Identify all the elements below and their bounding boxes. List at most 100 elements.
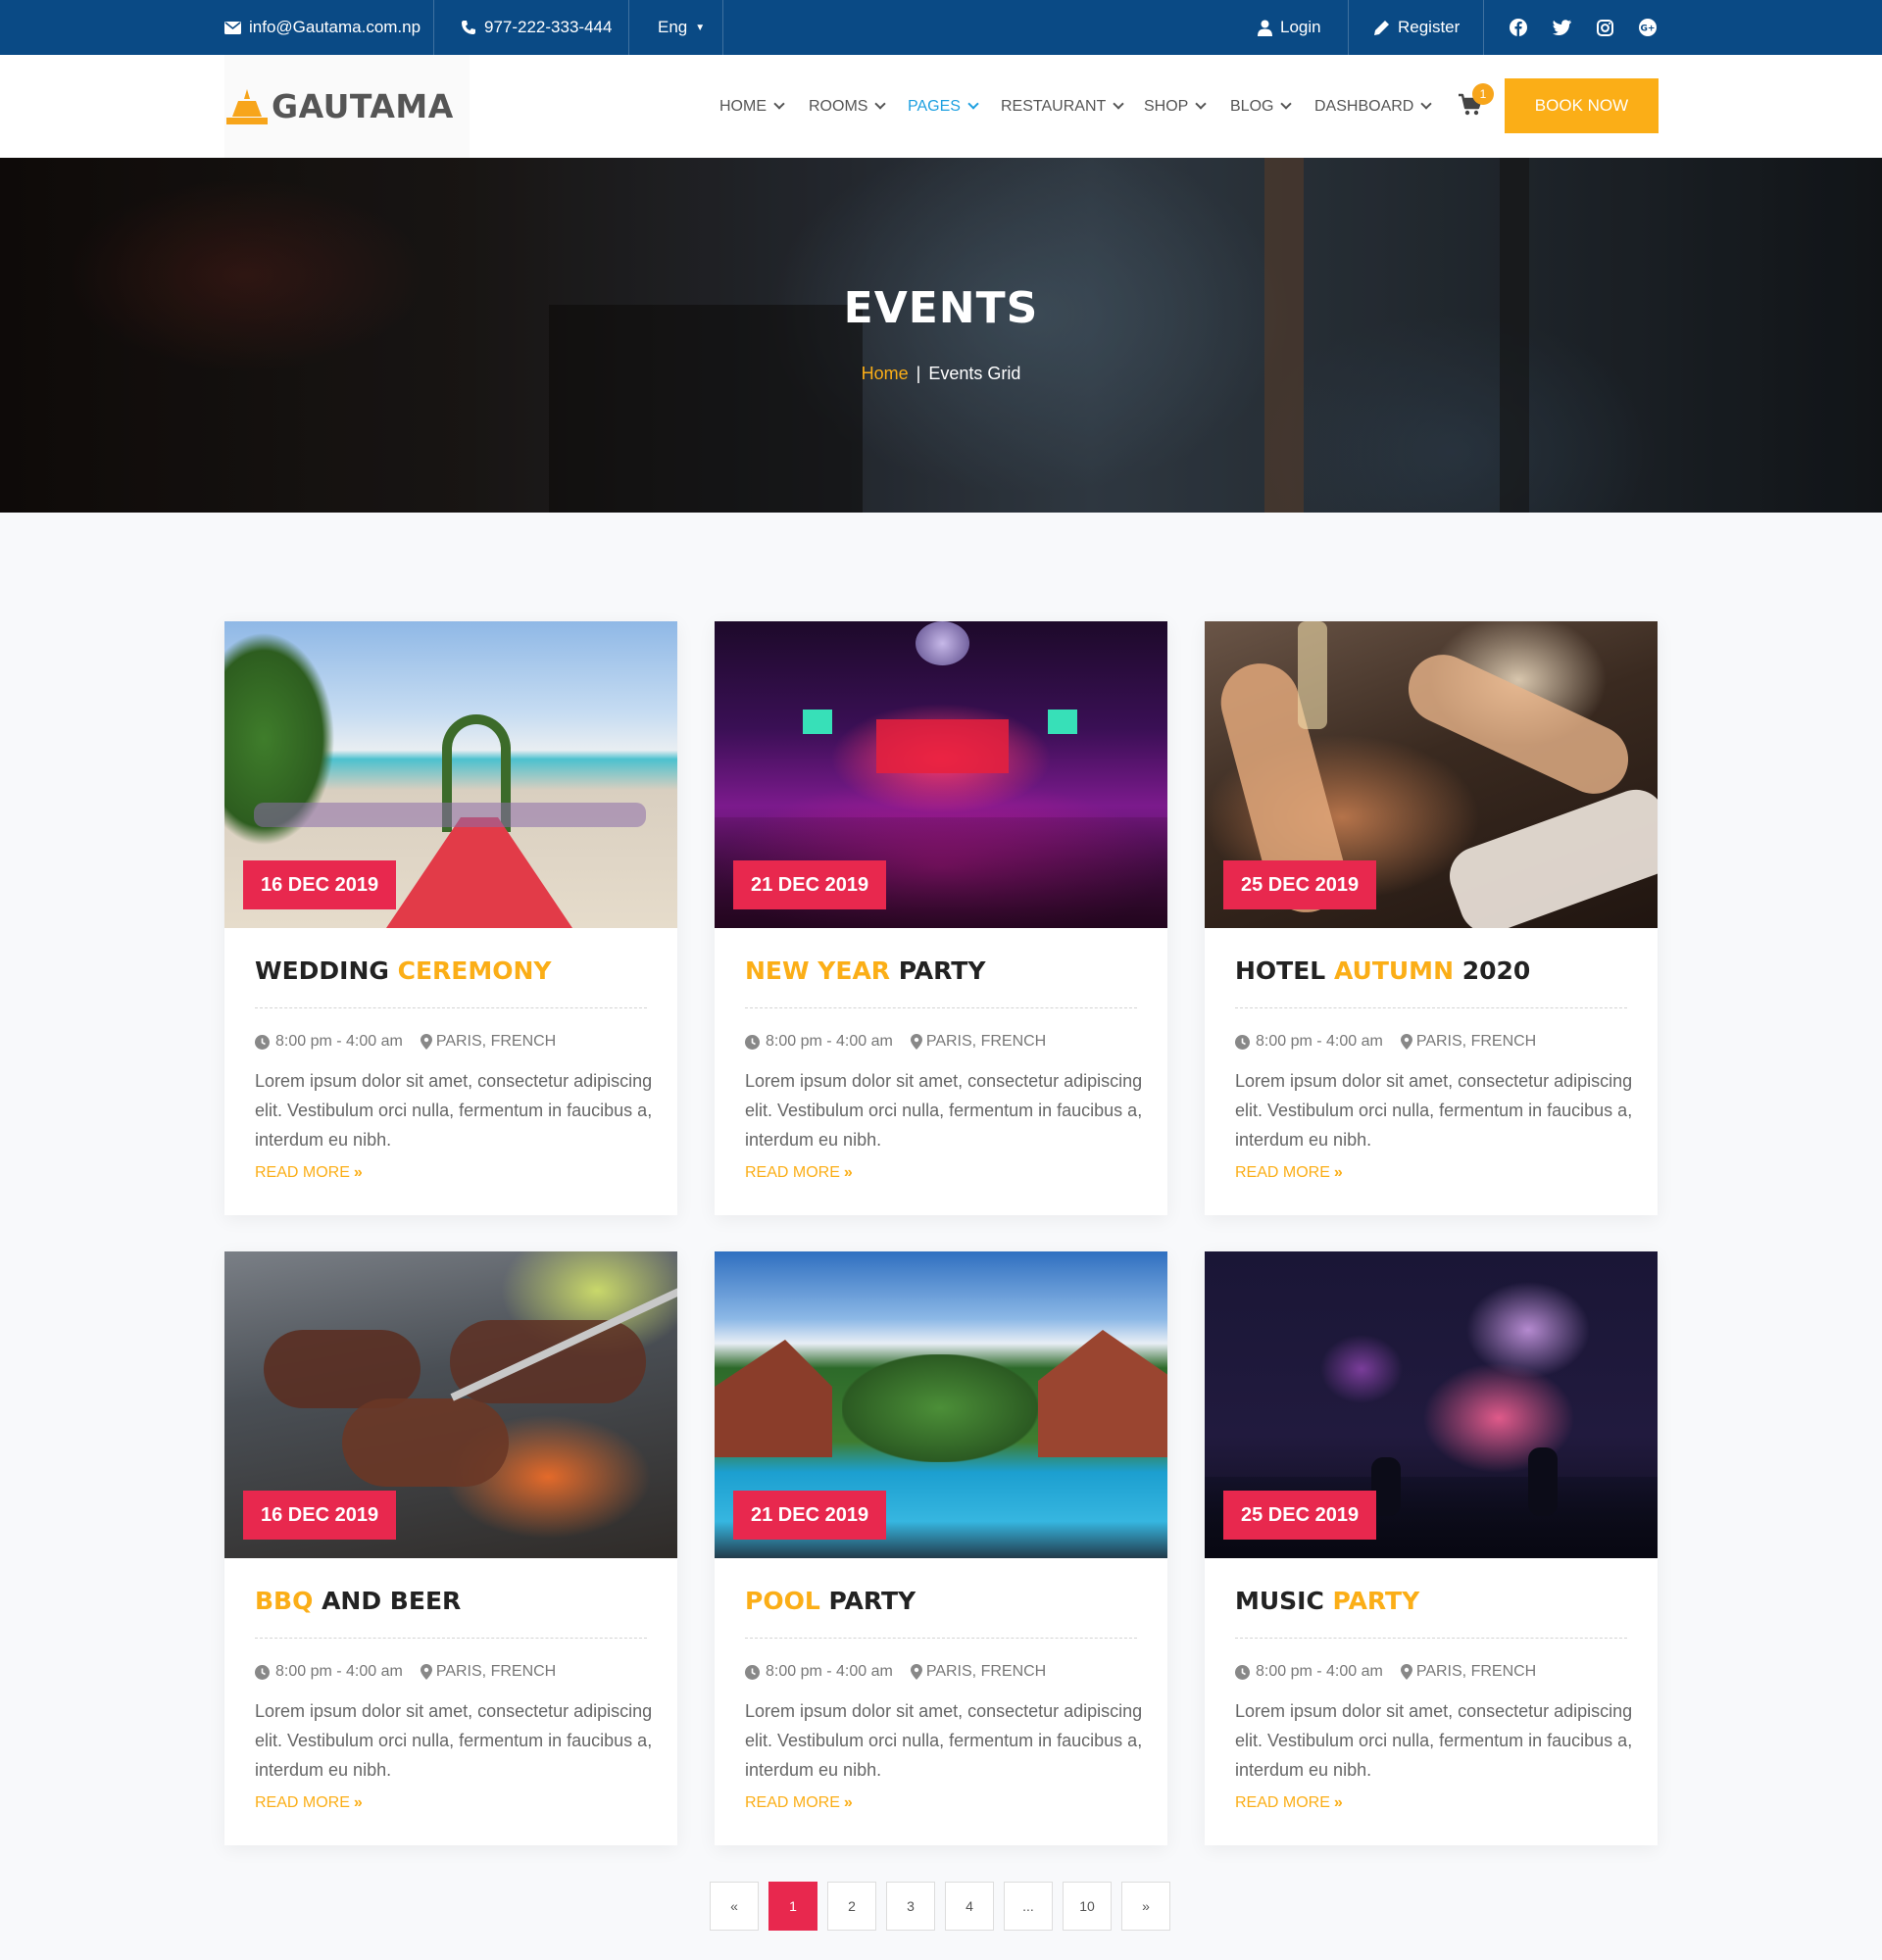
event-meta: 8:00 pm - 4:00 am PARIS, FRENCH	[745, 1033, 1046, 1051]
event-title-part: WEDDING	[255, 956, 398, 985]
event-location: PARIS, FRENCH	[1415, 1663, 1537, 1680]
pagination-page[interactable]: 4	[945, 1882, 994, 1931]
map-marker-icon	[1400, 1034, 1412, 1050]
event-time: 8:00 pm - 4:00 am	[766, 1663, 893, 1680]
pagination-page[interactable]: 10	[1063, 1882, 1112, 1931]
card-divider	[1235, 1638, 1627, 1639]
read-more-link[interactable]: READ MORE»	[255, 1794, 363, 1812]
event-title-highlight: CEREMONY	[397, 956, 552, 985]
clock-icon	[745, 1664, 760, 1680]
hero-overlay	[0, 158, 1882, 513]
caret-down-icon: ▼	[695, 22, 706, 33]
register-link[interactable]: Register	[1373, 0, 1460, 55]
event-card: 16 DEC 2019 WEDDING CEREMONY 8:00 pm - 4…	[224, 621, 677, 1215]
twitter-icon[interactable]	[1551, 17, 1572, 38]
instagram-icon[interactable]	[1594, 17, 1615, 38]
login-link[interactable]: Login	[1258, 0, 1321, 55]
event-title[interactable]: WEDDING CEREMONY	[255, 956, 552, 985]
breadcrumb-current: Events Grid	[928, 364, 1021, 383]
card-divider	[745, 1638, 1137, 1639]
register-label: Register	[1398, 18, 1461, 36]
nav-restaurant[interactable]: RESTAURANT	[1001, 55, 1124, 158]
event-card: 21 DEC 2019 POOL PARTY 8:00 pm - 4:00 am…	[715, 1251, 1167, 1845]
chevron-down-icon	[874, 98, 887, 110]
event-title-highlight: BBQ	[255, 1587, 314, 1615]
event-title[interactable]: BBQ AND BEER	[255, 1587, 461, 1615]
topbar-divider	[433, 0, 434, 55]
breadcrumb-home[interactable]: Home	[862, 364, 909, 383]
event-title[interactable]: HOTEL AUTUMN 2020	[1235, 956, 1530, 985]
phone-icon	[462, 21, 475, 34]
event-title-highlight: PARTY	[1332, 1587, 1420, 1615]
clock-icon	[745, 1034, 760, 1050]
nav-dashboard-label: DASHBOARD	[1314, 97, 1414, 115]
event-title[interactable]: POOL PARTY	[745, 1587, 916, 1615]
topbar-email-text: info@Gautama.com.np	[249, 18, 421, 36]
book-now-button[interactable]: BOOK NOW	[1505, 78, 1659, 133]
read-more-link[interactable]: READ MORE»	[745, 1794, 853, 1812]
event-description: Lorem ipsum dolor sit amet, consectetur …	[1235, 1071, 1633, 1150]
read-more-label: READ MORE	[1235, 1164, 1330, 1181]
google-plus-icon[interactable]: G+	[1637, 17, 1659, 38]
read-more-link[interactable]: READ MORE»	[1235, 1164, 1343, 1182]
read-more-label: READ MORE	[255, 1794, 350, 1811]
event-title[interactable]: NEW YEAR PARTY	[745, 956, 985, 985]
map-marker-icon	[420, 1664, 432, 1680]
event-meta: 8:00 pm - 4:00 am PARIS, FRENCH	[1235, 1033, 1536, 1051]
clock-icon	[1235, 1664, 1250, 1680]
pagination-page[interactable]: 1	[768, 1882, 817, 1931]
pagination-prev[interactable]: «	[710, 1882, 759, 1931]
event-time: 8:00 pm - 4:00 am	[766, 1033, 893, 1050]
read-more-label: READ MORE	[745, 1794, 840, 1811]
chevron-down-icon	[1195, 98, 1208, 110]
clock-icon	[255, 1034, 270, 1050]
event-time: 8:00 pm - 4:00 am	[275, 1663, 403, 1680]
pagination-page[interactable]: 2	[827, 1882, 876, 1931]
read-more-label: READ MORE	[745, 1164, 840, 1181]
nav-shop[interactable]: SHOP	[1144, 55, 1208, 158]
event-meta: 8:00 pm - 4:00 am PARIS, FRENCH	[1235, 1663, 1536, 1681]
double-chevron-right-icon: »	[843, 1794, 853, 1811]
nav-rooms[interactable]: ROOMS	[809, 55, 887, 158]
topbar-phone[interactable]: 977-222-333-444	[461, 0, 612, 55]
event-title-highlight: NEW YEAR	[745, 956, 891, 985]
hero-counter	[549, 305, 863, 513]
chevron-down-icon	[1280, 98, 1293, 110]
chevron-down-icon	[1113, 98, 1124, 110]
pencil-icon	[1374, 20, 1389, 35]
event-time: 8:00 pm - 4:00 am	[275, 1033, 403, 1050]
nav-pages-label: PAGES	[908, 97, 961, 115]
chevron-down-icon	[967, 98, 979, 110]
topbar-email[interactable]: info@Gautama.com.np	[224, 0, 421, 55]
nav-pages[interactable]: PAGES	[908, 55, 979, 158]
read-more-label: READ MORE	[255, 1164, 350, 1181]
read-more-link[interactable]: READ MORE»	[745, 1164, 853, 1182]
double-chevron-right-icon: »	[1333, 1794, 1343, 1811]
event-title[interactable]: MUSIC PARTY	[1235, 1587, 1419, 1615]
event-location: PARIS, FRENCH	[1415, 1033, 1537, 1050]
event-description: Lorem ipsum dolor sit amet, consectetur …	[255, 1701, 653, 1780]
nav-restaurant-label: RESTAURANT	[1001, 97, 1107, 115]
page-title: EVENTS	[843, 283, 1039, 333]
event-date-badge: 16 DEC 2019	[243, 860, 397, 909]
read-more-link[interactable]: READ MORE»	[255, 1164, 363, 1182]
logo[interactable]: GAUTAMA	[224, 55, 470, 158]
event-date-badge: 21 DEC 2019	[733, 860, 887, 909]
map-marker-icon	[910, 1664, 922, 1680]
pagination-next[interactable]: »	[1121, 1882, 1170, 1931]
double-chevron-right-icon: »	[353, 1794, 363, 1811]
read-more-link[interactable]: READ MORE»	[1235, 1794, 1343, 1812]
clock-icon	[1235, 1034, 1250, 1050]
topbar-divider	[628, 0, 629, 55]
nav-blog[interactable]: BLOG	[1230, 55, 1293, 158]
facebook-icon[interactable]	[1508, 17, 1529, 38]
topbar-divider	[1348, 0, 1349, 55]
login-label: Login	[1280, 18, 1321, 36]
chevron-down-icon	[773, 98, 785, 110]
main-header: GAUTAMA HOME ROOMS PAGES RESTAURANT SHOP…	[0, 55, 1882, 158]
nav-home[interactable]: HOME	[719, 55, 785, 158]
pagination-page[interactable]: 3	[886, 1882, 935, 1931]
language-select[interactable]: Eng ▼	[658, 0, 705, 55]
map-marker-icon	[910, 1034, 922, 1050]
nav-dashboard[interactable]: DASHBOARD	[1314, 55, 1433, 158]
